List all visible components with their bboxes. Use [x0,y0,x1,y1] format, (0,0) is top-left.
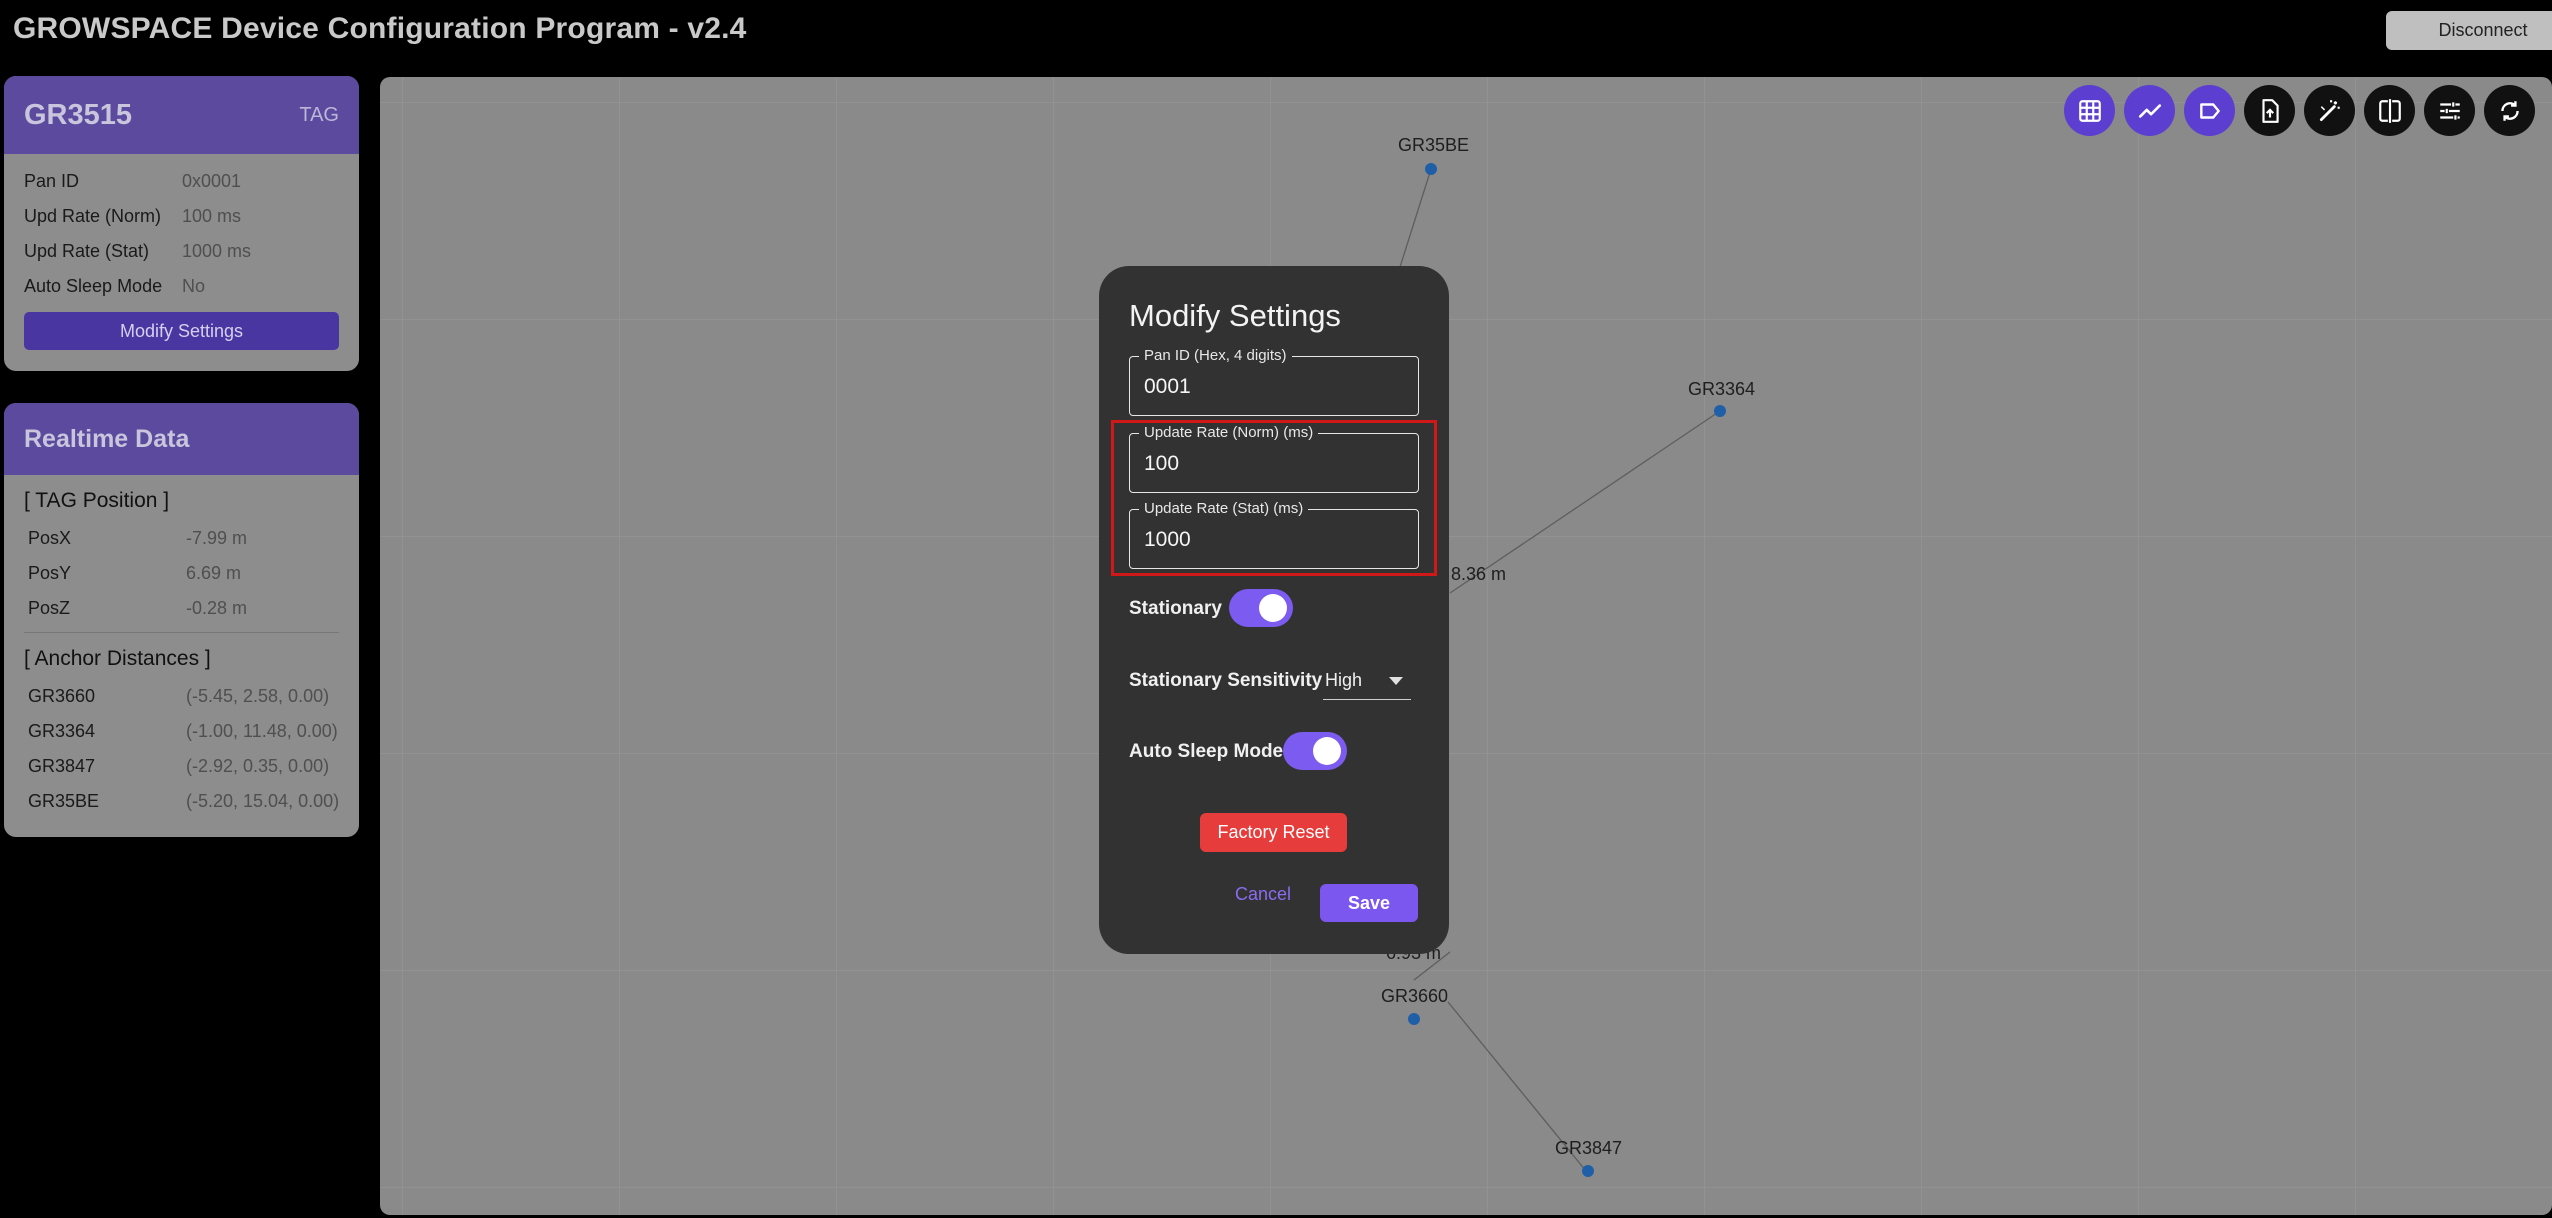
field-key: Upd Rate (Norm) [24,206,162,226]
upload-file-button[interactable] [2244,85,2295,136]
magic-wand-icon [2319,99,2340,121]
cancel-button[interactable]: Cancel [1229,883,1297,906]
grid-toggle-button[interactable] [2064,85,2115,136]
device-field-pan-id: Pan ID 0x0001 [24,164,359,199]
anchor-label: GR35BE [1398,135,1470,155]
pos-key: PosZ [28,598,71,618]
device-panel-header: GR3515 TAG [4,76,359,154]
anchor-dot [1408,1013,1420,1025]
realtime-title: Realtime Data [24,424,190,453]
pos-key: PosX [28,528,72,548]
file-upload-icon [2261,98,2279,123]
anchor-dot [1714,405,1726,417]
anchor-label: GR3847 [1555,1138,1623,1158]
grid-icon [2078,99,2101,122]
pan-id-field[interactable]: Pan ID (Hex, 4 digits) [1129,347,1419,416]
field-value: 0x0001 [182,171,242,191]
anchor-row: GR35BE (-5.20, 15.04, 0.00) [28,784,359,819]
pan-id-input[interactable] [1144,375,1404,399]
modify-settings-button[interactable]: Modify Settings [24,312,339,350]
field-value: 1000 ms [182,241,252,261]
device-field-rate-norm: Upd Rate (Norm) 100 ms [24,199,359,234]
field-key: Pan ID [24,171,80,191]
anchor-label: GR3660 [1381,986,1449,1006]
device-name: GR3515 [24,98,133,131]
position-row-y: PosY 6.69 m [28,556,359,591]
compare-split-icon [2378,98,2401,123]
pan-id-label: Pan ID (Hex, 4 digits) [1139,347,1292,364]
compare-view-button[interactable] [2364,85,2415,136]
position-row-x: PosX -7.99 m [28,521,359,556]
toggle-knob [1313,737,1341,765]
anchor-map-canvas[interactable]: GR35BE GR3364 GR3660 GR3847 8.36 m 6.93 … [380,77,2552,1215]
pos-key: PosY [28,563,72,583]
field-key: Upd Rate (Stat) [24,241,150,261]
rate-stat-label: Update Rate (Stat) (ms) [1139,500,1309,517]
tag-position-heading: [ TAG Position ] [24,489,170,512]
anchor-row: GR3847 (-2.92, 0.35, 0.00) [28,749,359,784]
auto-calibrate-button[interactable] [2304,85,2355,136]
label-tag-icon [2199,102,2220,119]
auto-sleep-label: Auto Sleep Mode [1129,741,1284,762]
realtime-panel: Realtime Data [ TAG Position ] PosX -7.9… [4,403,359,837]
anchor-key: GR3364 [28,721,96,741]
anchor-row: GR3660 (-5.45, 2.58, 0.00) [28,679,359,714]
map-grid [380,77,2552,1215]
device-panel: GR3515 TAG Pan ID 0x0001 Upd Rate (Norm)… [4,76,359,371]
stationary-label: Stationary [1129,598,1222,619]
sensitivity-value: High [1325,670,1363,690]
sensitivity-select[interactable]: High [1323,664,1411,700]
section-divider [24,632,339,633]
dialog-title: Modify Settings [1129,298,1341,333]
rate-norm-label: Update Rate (Norm) (ms) [1139,424,1319,441]
auto-sleep-toggle[interactable] [1283,732,1347,770]
pos-value: -7.99 m [186,528,248,548]
tune-settings-button[interactable] [2424,85,2475,136]
anchor-key: GR3660 [28,686,96,706]
anchor-distances-heading: [ Anchor Distances ] [24,647,211,670]
trend-line-icon [2138,103,2161,118]
factory-reset-button[interactable]: Factory Reset [1200,813,1347,852]
tune-sliders-icon [2439,101,2460,120]
device-field-auto-sleep: Auto Sleep Mode No [24,269,359,304]
anchor-value: (-5.20, 15.04, 0.00) [186,791,340,811]
rate-stat-input[interactable] [1144,528,1404,552]
rate-norm-input[interactable] [1144,452,1404,476]
chevron-down-icon [1389,677,1403,685]
refresh-icon [2500,100,2519,121]
field-value: 100 ms [182,206,242,226]
anchor-key: GR35BE [28,791,100,811]
map-toolbar [2064,85,2535,136]
anchor-dot [1582,1165,1594,1177]
anchor-dot [1425,163,1437,175]
app-title: GROWSPACE Device Configuration Program -… [13,12,747,45]
rate-stat-field[interactable]: Update Rate (Stat) (ms) [1129,500,1419,569]
distance-label: 8.36 m [1451,564,1507,584]
refresh-button[interactable] [2484,85,2535,136]
stationary-toggle[interactable] [1229,589,1293,627]
disconnect-button[interactable]: Disconnect [2386,11,2552,50]
rate-norm-field[interactable]: Update Rate (Norm) (ms) [1129,424,1419,493]
anchor-value: (-1.00, 11.48, 0.00) [186,721,338,741]
save-button[interactable]: Save [1320,884,1418,922]
modify-settings-dialog: Modify Settings Pan ID (Hex, 4 digits) U… [1099,266,1449,954]
pos-value: 6.69 m [186,563,242,583]
device-type-badge: TAG [299,103,339,126]
device-field-rate-stat: Upd Rate (Stat) 1000 ms [24,234,359,269]
anchor-key: GR3847 [28,756,96,776]
toggle-knob [1259,594,1287,622]
trend-toggle-button[interactable] [2124,85,2175,136]
label-toggle-button[interactable] [2184,85,2235,136]
realtime-panel-header: Realtime Data [4,403,359,475]
anchor-value: (-2.92, 0.35, 0.00) [186,756,330,776]
field-key: Auto Sleep Mode [24,276,163,296]
pos-value: -0.28 m [186,598,248,618]
position-row-z: PosZ -0.28 m [28,591,359,626]
sensitivity-label: Stationary Sensitivity [1129,670,1323,691]
anchor-label: GR3364 [1688,379,1756,399]
field-value: No [182,276,206,296]
anchor-value: (-5.45, 2.58, 0.00) [186,686,330,706]
anchor-row: GR3364 (-1.00, 11.48, 0.00) [28,714,359,749]
